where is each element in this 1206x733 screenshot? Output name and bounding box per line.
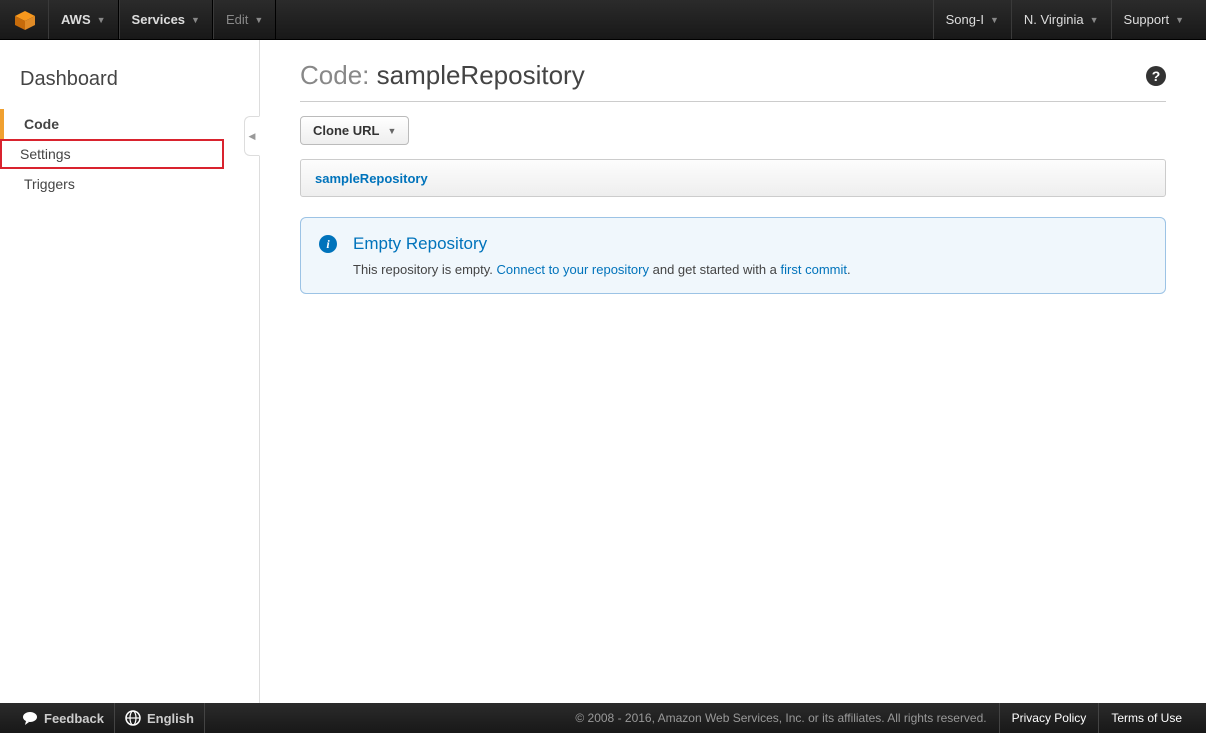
nav-region-menu[interactable]: N. Virginia ▼ — [1011, 0, 1111, 39]
sidebar-item-label: Code — [24, 116, 59, 132]
nav-support-label: Support — [1124, 12, 1170, 27]
feedback-label: Feedback — [44, 711, 104, 726]
connect-repository-link[interactable]: Connect to your repository — [497, 262, 649, 277]
caret-down-icon: ▼ — [990, 15, 999, 25]
nav-aws-menu[interactable]: AWS ▼ — [48, 0, 119, 39]
language-button[interactable]: English — [115, 703, 205, 733]
top-nav-left: AWS ▼ Services ▼ Edit ▼ — [10, 0, 276, 39]
nav-services-menu[interactable]: Services ▼ — [119, 0, 213, 39]
page-title-prefix: Code: — [300, 60, 377, 90]
sidebar-collapse-button[interactable]: ◀ — [244, 116, 260, 156]
terms-of-use-link[interactable]: Terms of Use — [1098, 703, 1194, 733]
info-text-before: This repository is empty. — [353, 262, 497, 277]
page-title: Code: sampleRepository — [300, 60, 585, 91]
sidebar-item-settings[interactable]: Settings — [0, 139, 224, 169]
first-commit-link[interactable]: first commit — [781, 262, 847, 277]
caret-down-icon: ▼ — [1090, 15, 1099, 25]
sidebar: Dashboard Code Settings Triggers ◀ — [0, 40, 260, 703]
info-title-row: i Empty Repository — [319, 234, 1147, 254]
sidebar-item-triggers[interactable]: Triggers — [0, 169, 259, 199]
globe-icon — [125, 710, 141, 726]
info-title: Empty Repository — [353, 234, 487, 254]
help-icon[interactable]: ? — [1146, 66, 1166, 86]
chevron-left-icon: ◀ — [249, 131, 256, 142]
nav-user-menu[interactable]: Song-I ▼ — [933, 0, 1011, 39]
caret-down-icon: ▼ — [1175, 15, 1184, 25]
footer: Feedback English © 2008 - 2016, Amazon W… — [0, 703, 1206, 733]
speech-bubble-icon — [22, 711, 38, 725]
nav-edit-menu[interactable]: Edit ▼ — [213, 0, 276, 39]
nav-region-label: N. Virginia — [1024, 12, 1084, 27]
caret-down-icon: ▼ — [191, 15, 200, 25]
nav-edit-label: Edit — [226, 12, 248, 27]
nav-support-menu[interactable]: Support ▼ — [1111, 0, 1196, 39]
sidebar-title: Dashboard — [0, 60, 259, 109]
caret-down-icon: ▼ — [254, 15, 263, 25]
breadcrumb-bar: sampleRepository — [300, 159, 1166, 197]
footer-left: Feedback English — [12, 703, 205, 733]
privacy-policy-link[interactable]: Privacy Policy — [999, 703, 1099, 733]
feedback-button[interactable]: Feedback — [12, 703, 115, 733]
info-icon: i — [319, 235, 337, 253]
info-text: This repository is empty. Connect to you… — [353, 262, 1147, 277]
info-text-after: . — [847, 262, 851, 277]
aws-logo-icon[interactable] — [10, 7, 40, 32]
caret-down-icon: ▼ — [97, 15, 106, 25]
top-nav: AWS ▼ Services ▼ Edit ▼ Song-I ▼ N. Virg… — [0, 0, 1206, 40]
footer-right: © 2008 - 2016, Amazon Web Services, Inc.… — [575, 703, 1194, 733]
sidebar-item-code[interactable]: Code — [0, 109, 259, 139]
nav-aws-label: AWS — [61, 12, 91, 27]
page-title-name: sampleRepository — [377, 60, 585, 90]
sidebar-item-label: Settings — [20, 146, 71, 162]
nav-services-label: Services — [132, 12, 186, 27]
language-label: English — [147, 711, 194, 726]
page-header: Code: sampleRepository ? — [300, 60, 1166, 102]
main-container: Dashboard Code Settings Triggers ◀ Code:… — [0, 40, 1206, 703]
main-content: Code: sampleRepository ? Clone URL ▼ sam… — [260, 40, 1206, 703]
info-panel: i Empty Repository This repository is em… — [300, 217, 1166, 294]
breadcrumb-link[interactable]: sampleRepository — [315, 171, 428, 186]
nav-user-label: Song-I — [946, 12, 984, 27]
sidebar-item-label: Triggers — [24, 176, 75, 192]
info-text-mid: and get started with a — [649, 262, 781, 277]
clone-url-label: Clone URL — [313, 123, 379, 138]
clone-url-button[interactable]: Clone URL ▼ — [300, 116, 409, 145]
top-nav-right: Song-I ▼ N. Virginia ▼ Support ▼ — [933, 0, 1196, 39]
copyright-text: © 2008 - 2016, Amazon Web Services, Inc.… — [575, 711, 998, 725]
caret-down-icon: ▼ — [387, 126, 396, 136]
